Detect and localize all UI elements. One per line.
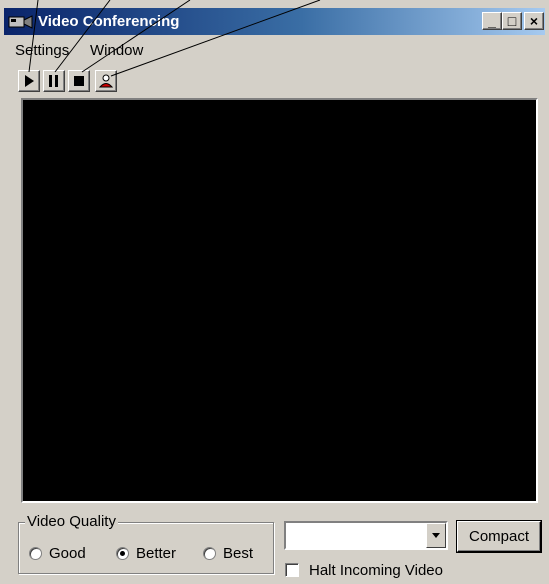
radio-better-button[interactable] xyxy=(116,547,129,560)
radio-good-label: Good xyxy=(49,545,86,562)
close-button[interactable]: × xyxy=(524,12,544,30)
menu-bar: Settings Window xyxy=(4,38,545,62)
person-icon xyxy=(98,74,114,88)
device-combobox[interactable] xyxy=(284,521,448,550)
window-title: Video Conferencing xyxy=(38,13,180,30)
video-camera-icon xyxy=(8,15,33,29)
minimize-button[interactable]: _ xyxy=(482,12,502,30)
halt-incoming-video-checkbox[interactable] xyxy=(285,563,299,577)
combo-dropdown-button[interactable] xyxy=(426,523,446,548)
maximize-button[interactable]: □ xyxy=(502,12,522,30)
radio-better-label: Better xyxy=(136,545,177,562)
video-quality-legend: Video Quality xyxy=(25,513,118,530)
stop-button[interactable] xyxy=(68,70,90,92)
halt-incoming-video-label: Halt Incoming Video xyxy=(309,562,443,579)
stop-icon xyxy=(74,76,84,86)
title-bar[interactable]: Video Conferencing _ □ × xyxy=(4,8,545,35)
play-icon xyxy=(25,75,34,87)
pause-icon xyxy=(49,75,58,87)
play-button[interactable] xyxy=(18,70,40,92)
pause-button[interactable] xyxy=(43,70,65,92)
video-conferencing-window: Video Conferencing _ □ × Settings Window xyxy=(0,0,549,584)
menu-settings[interactable]: Settings xyxy=(15,42,69,59)
contact-button[interactable] xyxy=(95,70,117,92)
video-quality-group: Video Quality Good Better Best xyxy=(18,513,274,574)
compact-button[interactable]: Compact xyxy=(457,521,541,552)
radio-best-button[interactable] xyxy=(203,547,216,560)
video-display xyxy=(21,98,538,503)
radio-best-label: Best xyxy=(223,545,254,562)
radio-good-button[interactable] xyxy=(29,547,42,560)
menu-window[interactable]: Window xyxy=(90,42,143,59)
